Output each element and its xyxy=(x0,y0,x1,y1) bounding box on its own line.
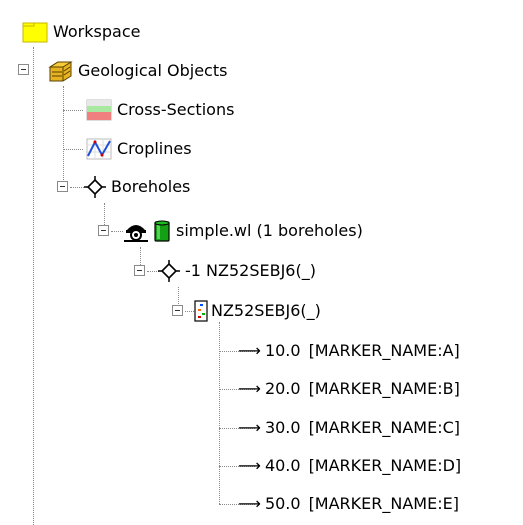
tree-connector xyxy=(33,47,34,525)
tree-node-label: Geological Objects xyxy=(78,61,228,80)
workspace-tree: Workspace Geological Objects Cross-Secti… xyxy=(0,0,523,525)
folder-icon xyxy=(22,21,48,43)
tree-connector xyxy=(63,149,83,150)
tree-node-cross-sections[interactable]: Cross-Sections xyxy=(86,98,234,122)
marker-depth: 20.0 xyxy=(264,379,301,398)
tree-node-marker[interactable]: ⟶ 10.0 [MARKER_NAME:A] xyxy=(238,339,460,363)
tree-node-borehole-entry[interactable]: -1 NZ52SEBJ6(_) xyxy=(158,259,316,283)
tree-connector xyxy=(178,287,179,304)
tree-node-marker[interactable]: ⟶ 30.0 [MARKER_NAME:C] xyxy=(238,416,460,440)
borehole-diamond-icon xyxy=(84,176,106,198)
marker-name: [MARKER_NAME:C] xyxy=(308,418,461,437)
tree-node-label: Boreholes xyxy=(111,177,191,196)
tree-node-workspace[interactable]: Workspace xyxy=(22,20,140,44)
marker-arrow: ⟶ xyxy=(238,456,261,475)
cross-sections-icon xyxy=(86,99,112,121)
tree-connector xyxy=(140,247,141,265)
tree-node-label: Workspace xyxy=(53,22,141,41)
tree-node-label: NZ52SEBJ6(_) xyxy=(211,301,321,320)
tree-node-marker[interactable]: ⟶ 40.0 [MARKER_NAME:D] xyxy=(238,454,461,478)
tree-connector xyxy=(63,110,83,111)
drill-rig-icon xyxy=(123,220,149,242)
green-cylinder-icon xyxy=(153,220,171,242)
tree-node-label: Cross-Sections xyxy=(117,100,235,119)
tree-node-label: Croplines xyxy=(117,139,192,158)
marker-arrow: ⟶ xyxy=(238,341,261,360)
borehole-diamond-icon xyxy=(158,260,180,282)
collapse-toggle-borehole-entry[interactable] xyxy=(134,265,145,276)
tree-connector xyxy=(63,86,64,186)
marker-depth: 50.0 xyxy=(264,494,301,513)
marker-name: [MARKER_NAME:E] xyxy=(308,494,459,513)
tree-node-croplines[interactable]: Croplines xyxy=(86,137,192,161)
collapse-toggle-well-file[interactable] xyxy=(98,225,109,236)
tree-node-geological-objects[interactable]: Geological Objects xyxy=(47,59,227,83)
tree-node-label: simple.wl (1 boreholes) xyxy=(176,221,363,240)
tree-connector xyxy=(219,322,220,504)
marker-arrow: ⟶ xyxy=(238,379,261,398)
marker-depth: 10.0 xyxy=(264,341,301,360)
tree-connector xyxy=(185,311,194,312)
tree-node-label: -1 NZ52SEBJ6(_) xyxy=(185,261,316,280)
marker-name: [MARKER_NAME:B] xyxy=(308,379,460,398)
tree-node-boreholes[interactable]: Boreholes xyxy=(84,175,190,199)
collapse-toggle-boreholes[interactable] xyxy=(57,181,68,192)
marker-depth: 40.0 xyxy=(264,456,301,475)
tree-node-marker[interactable]: ⟶ 50.0 [MARKER_NAME:E] xyxy=(238,492,459,516)
collapse-toggle-borehole-log[interactable] xyxy=(172,305,183,316)
croplines-icon xyxy=(86,138,112,160)
marker-name: [MARKER_NAME:D] xyxy=(308,456,462,475)
marker-name: [MARKER_NAME:A] xyxy=(308,341,460,360)
borehole-log-icon xyxy=(194,300,208,322)
marker-depth: 30.0 xyxy=(264,418,301,437)
tree-connector xyxy=(70,187,84,188)
tree-connector xyxy=(104,203,105,225)
tree-node-marker[interactable]: ⟶ 20.0 [MARKER_NAME:B] xyxy=(238,377,460,401)
geology-layers-icon xyxy=(47,60,73,82)
marker-arrow: ⟶ xyxy=(238,494,261,513)
tree-node-borehole-log[interactable]: NZ52SEBJ6(_) xyxy=(194,299,321,323)
tree-node-well-file[interactable]: simple.wl (1 boreholes) xyxy=(123,219,363,243)
tree-connector xyxy=(111,231,123,232)
collapse-toggle-geological-objects[interactable] xyxy=(18,64,29,75)
marker-arrow: ⟶ xyxy=(238,418,261,437)
